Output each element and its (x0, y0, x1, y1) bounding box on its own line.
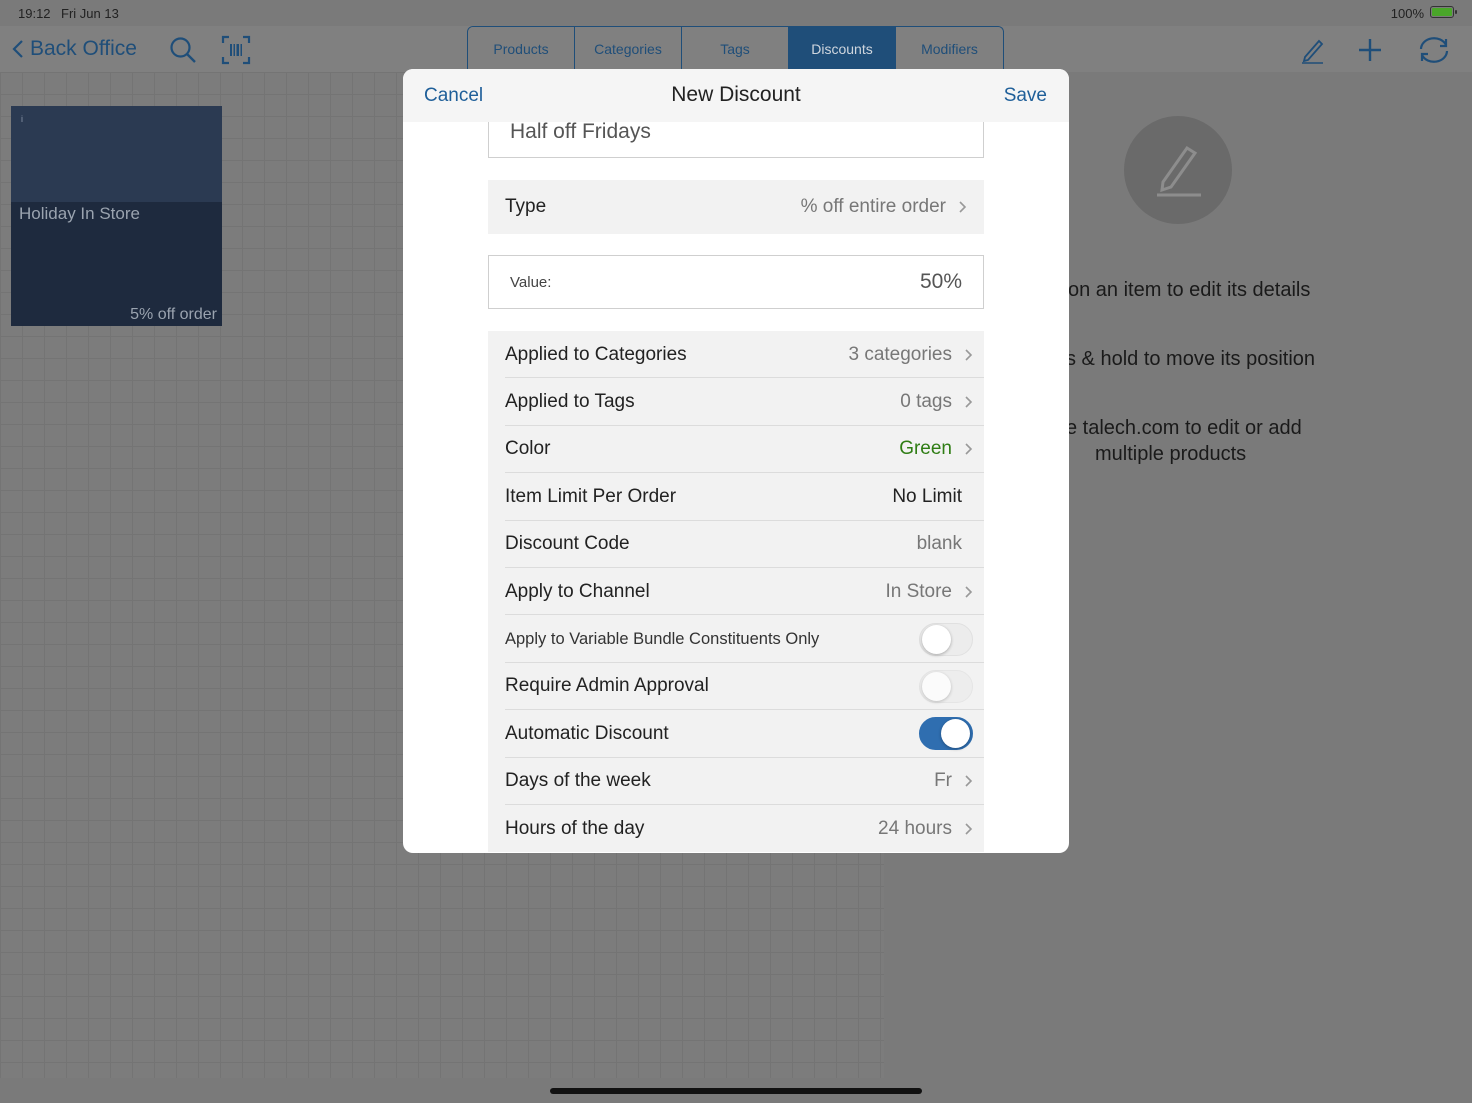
modal-title: New Discount (671, 83, 801, 106)
value-input[interactable]: 50% (920, 270, 962, 294)
status-bar: 19:12 Fri Jun 13 100% (0, 0, 1472, 26)
type-label: Type (505, 196, 547, 217)
edit-pencil-icon[interactable] (1297, 35, 1327, 65)
sync-icon[interactable] (1416, 35, 1452, 65)
row-bundle-constituents: Apply to Variable Bundle Constituents On… (488, 615, 984, 664)
tab-tags[interactable]: Tags (682, 27, 789, 70)
type-row[interactable]: Type % off entire order (488, 180, 984, 234)
value-field[interactable]: Value: 50% (488, 255, 984, 309)
nav-bar: Back Office Products Categories Tags Dis… (0, 26, 1472, 72)
row-color[interactable]: Color Green (488, 426, 984, 474)
battery-percent: 100% (1390, 6, 1424, 21)
back-label: Back Office (30, 37, 137, 60)
tab-modifiers[interactable]: Modifiers (896, 27, 1003, 70)
tile-header (11, 106, 222, 202)
row-admin-approval: Require Admin Approval (488, 663, 984, 711)
row-discount-code[interactable]: Discount Code blank (488, 521, 984, 569)
chevron-right-icon (965, 775, 973, 787)
info-icon[interactable]: i (21, 114, 23, 124)
row-applied-tags[interactable]: Applied to Tags 0 tags (488, 378, 984, 427)
back-button[interactable]: Back Office (12, 37, 137, 61)
chevron-left-icon (12, 40, 23, 58)
row-applied-categories[interactable]: Applied to Categories 3 categories (488, 331, 984, 379)
tile-name: Holiday In Store (19, 204, 140, 223)
hint-multiple: multiple products (1095, 443, 1247, 465)
battery-icon (1430, 6, 1457, 18)
chevron-right-icon (965, 443, 973, 456)
barcode-scan-icon[interactable] (221, 35, 251, 65)
section-tabs: Products Categories Tags Discounts Modif… (467, 26, 1004, 70)
hint-website: e talech.com to edit or add (1066, 417, 1302, 439)
discount-settings-list: Applied to Categories 3 categories Appli… (488, 331, 984, 853)
home-indicator[interactable] (550, 1088, 922, 1094)
row-hours-of-day[interactable]: Hours of the day 24 hours (488, 805, 984, 852)
save-button[interactable]: Save (1004, 85, 1047, 107)
row-apply-channel[interactable]: Apply to Channel In Store (488, 568, 984, 616)
tab-discounts[interactable]: Discounts (789, 27, 896, 70)
type-value: % off entire order (800, 196, 946, 217)
row-item-limit[interactable]: Item Limit Per Order No Limit (488, 473, 984, 521)
row-automatic-discount: Automatic Discount (488, 710, 984, 758)
search-icon[interactable] (168, 35, 198, 65)
bundle-constituents-toggle[interactable] (919, 622, 973, 656)
hint-move: s & hold to move its position (1066, 348, 1316, 370)
new-discount-modal: Cancel New Discount Save Half off Friday… (403, 69, 1069, 853)
chevron-right-icon (965, 586, 973, 598)
tile-subtitle: 5% off order (130, 306, 217, 323)
chevron-right-icon (965, 349, 973, 361)
chevron-right-icon (965, 823, 973, 835)
value-label: Value: (510, 273, 552, 291)
add-icon[interactable] (1355, 35, 1385, 65)
modal-header: Cancel New Discount Save (403, 69, 1069, 122)
status-time: 19:12 (18, 6, 51, 21)
edit-placeholder (1124, 116, 1232, 224)
chevron-right-icon (959, 201, 967, 213)
automatic-discount-toggle[interactable] (919, 717, 973, 751)
hint-edit: on an item to edit its details (1068, 279, 1311, 301)
status-date: Fri Jun 13 (61, 6, 119, 21)
discount-tile[interactable]: i Holiday In Store 5% off order (11, 106, 222, 326)
admin-approval-toggle[interactable] (919, 669, 973, 703)
pencil-icon (1157, 145, 1201, 197)
tab-products[interactable]: Products (468, 27, 575, 70)
tab-categories[interactable]: Categories (575, 27, 682, 70)
discount-name-field[interactable]: Half off Fridays (488, 121, 984, 158)
chevron-right-icon (965, 396, 973, 408)
row-days-of-week[interactable]: Days of the week Fr (488, 758, 984, 806)
